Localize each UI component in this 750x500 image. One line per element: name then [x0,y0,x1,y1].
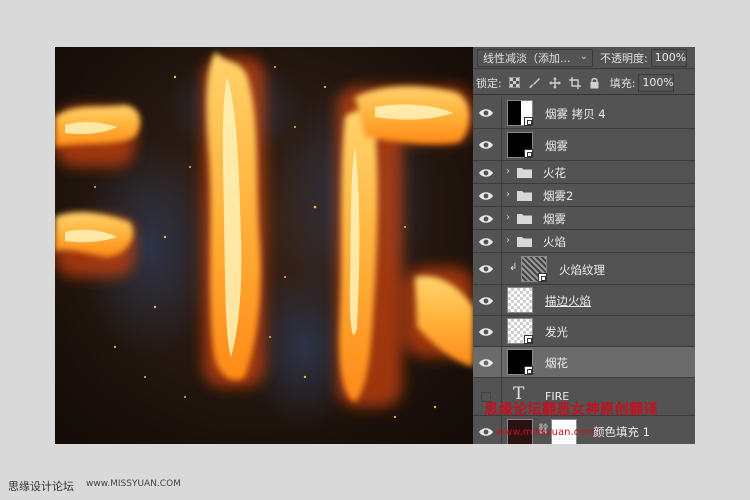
eye-icon[interactable] [478,326,494,338]
chevron-right-icon[interactable]: › [506,212,510,223]
layer-name: 烟雾 [545,139,568,153]
lock-fill-bar: 锁定: 填充: 100% [473,71,695,95]
layer-name: 火焰 [543,235,566,249]
folder-icon [517,168,532,178]
lock-transparency-icon[interactable] [508,76,522,90]
chevron-right-icon[interactable]: › [506,189,510,200]
layer-name: 烟花 [545,356,568,370]
folder-icon [517,237,532,247]
eye-icon[interactable] [478,295,494,307]
footer-brand: 思缘设计论坛 [8,480,74,493]
layer-row-smoke[interactable]: 烟雾 [473,129,695,161]
layer-group-flame[interactable]: › 火焰 [473,230,695,253]
lock-paint-icon[interactable] [528,76,542,90]
layer-thumbnail [507,349,533,375]
layer-group-smoke[interactable]: › 烟雾 [473,207,695,230]
chevron-right-icon[interactable]: › [506,235,510,246]
eye-icon[interactable] [478,263,494,275]
layer-name: 烟雾 [543,212,566,226]
layer-name: 烟雾2 [543,189,574,203]
layer-name: 发光 [545,325,568,339]
lock-artboard-icon[interactable] [568,76,582,90]
eye-icon[interactable] [478,426,494,438]
smart-object-icon [538,273,547,282]
fill-label: 填充: [609,76,636,90]
layer-row-stroke-flame[interactable]: 描边火焰 [473,285,695,316]
folder-icon [517,191,532,201]
layer-thumbnail [507,100,533,126]
eye-icon[interactable] [478,167,494,179]
chevron-down-icon: ⌄ [579,50,588,62]
document-canvas[interactable] [55,47,473,444]
lock-all-icon[interactable] [588,76,602,90]
clipping-mask-arrow-icon: ↲ [509,262,518,273]
eye-icon[interactable] [478,213,494,225]
layer-row-smoke-copy-4[interactable]: 烟雾 拷贝 4 [473,97,695,129]
layer-name: 烟雾 拷贝 4 [545,107,606,121]
blend-mode-select[interactable]: 线性减淡（添加... ⌄ [477,48,593,67]
fire-artwork [55,47,473,444]
layer-group-sparks[interactable]: › 火花 [473,161,695,184]
opacity-input[interactable]: 100% [650,48,687,67]
eye-icon[interactable] [478,357,494,369]
eye-icon[interactable] [478,139,494,151]
blend-mode-value: 线性减淡（添加... [483,51,571,65]
layer-thumbnail [507,287,533,313]
folder-icon [517,214,532,224]
layer-thumbnail [507,132,533,158]
layer-name: 颜色填充 1 [593,425,650,439]
layer-group-smoke-2[interactable]: › 烟雾2 [473,184,695,207]
eye-icon[interactable] [478,236,494,248]
lock-move-icon[interactable] [548,76,562,90]
layer-thumbnail [507,318,533,344]
chevron-right-icon[interactable]: › [506,166,510,177]
smart-object-icon [524,117,533,126]
layers-panel: 线性减淡（添加... ⌄ 不透明度: 100% 锁定: 填充: 100% 烟雾 … [473,47,695,444]
smart-object-icon [524,366,533,375]
fill-input[interactable]: 100% [638,73,675,92]
smart-object-icon [524,335,533,344]
layer-row-fireworks[interactable]: 烟花 [473,347,695,378]
watermark-text: 思缘论坛翻恶女神原创翻译 [484,402,658,418]
smart-object-icon [524,149,533,158]
layer-name: 描边火焰 [545,294,591,308]
blend-opacity-bar: 线性减淡（添加... ⌄ 不透明度: 100% [473,47,695,69]
layer-name: 火焰纹理 [559,263,605,277]
opacity-label: 不透明度: [600,51,648,65]
eye-icon[interactable] [478,107,494,119]
layer-row-glow[interactable]: 发光 [473,316,695,347]
lock-label: 锁定: [476,76,502,90]
footer-url: www.MISSYUAN.COM [86,479,181,489]
watermark-url: www.missyuan.com [496,427,595,438]
layer-name: 火花 [543,166,566,180]
eye-icon[interactable] [478,190,494,202]
layer-row-flame-texture[interactable]: ↲ 火焰纹理 [473,253,695,285]
layer-thumbnail [521,256,547,282]
